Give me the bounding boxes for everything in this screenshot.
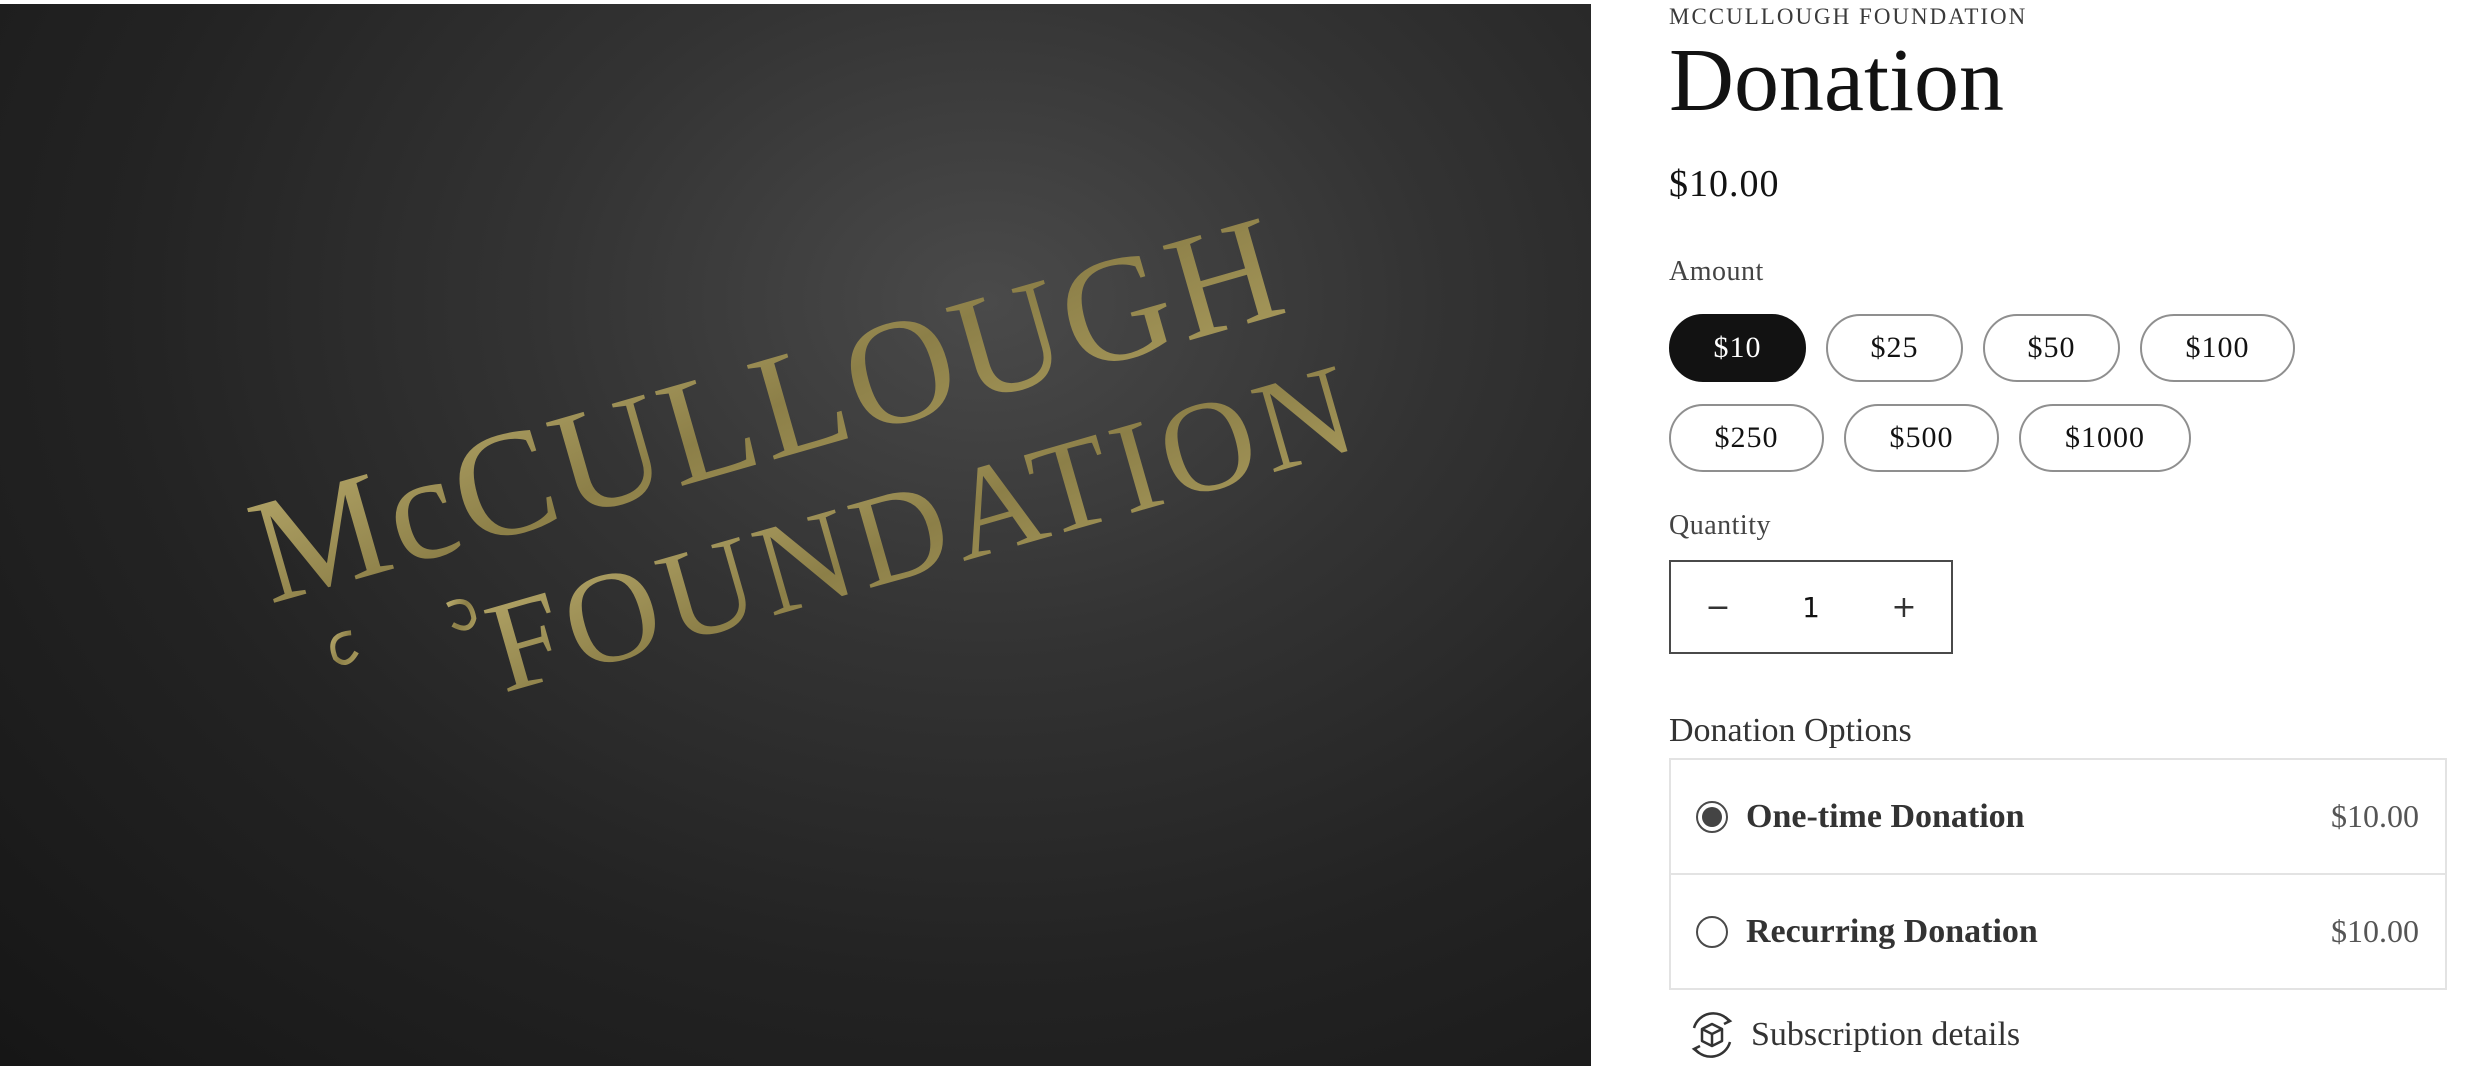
- product-image[interactable]: McCULLOUGH FOUNDATION: [0, 4, 1591, 1066]
- donation-options-heading: Donation Options: [1669, 712, 1912, 749]
- donation-option-price: $10.00: [2331, 798, 2419, 834]
- quantity-label: Quantity: [1669, 510, 1771, 541]
- amount-option-10[interactable]: $10: [1669, 314, 1806, 382]
- subscription-box-icon: [1691, 1012, 1733, 1058]
- product-info: MCCULLOUGH FOUNDATION Donation $10.00 Am…: [1669, 0, 2449, 1066]
- quantity-input[interactable]: 1: [1765, 591, 1857, 624]
- quantity-stepper: − 1 +: [1669, 560, 1953, 654]
- radio-unselected-icon[interactable]: [1696, 915, 1728, 948]
- donation-option-recurring[interactable]: Recurring Donation $10.00: [1669, 873, 2447, 990]
- quantity-decrease-button[interactable]: −: [1671, 562, 1765, 652]
- subscription-details-link[interactable]: Subscription details: [1685, 1008, 2020, 1062]
- pillar-icon: [330, 599, 477, 736]
- amount-option-100[interactable]: $100: [2140, 314, 2295, 382]
- amount-option-50[interactable]: $50: [1983, 314, 2120, 382]
- subscription-details-label: Subscription details: [1751, 1016, 2021, 1053]
- donation-option-price: $10.00: [2331, 913, 2419, 949]
- amount-option-500[interactable]: $500: [1844, 404, 1999, 472]
- amount-label: Amount: [1669, 256, 1764, 287]
- donation-option-label: One-time Donation: [1746, 797, 2025, 835]
- amount-option-25[interactable]: $25: [1826, 314, 1963, 382]
- donation-option-label: Recurring Donation: [1746, 912, 2038, 950]
- product-price: $10.00: [1669, 163, 1780, 205]
- foundation-logo-image: McCULLOUGH FOUNDATION: [233, 183, 1375, 736]
- amount-option-250[interactable]: $250: [1669, 404, 1824, 472]
- radio-selected-icon[interactable]: [1696, 800, 1728, 833]
- amount-option-1000[interactable]: $1000: [2019, 404, 2191, 472]
- quantity-increase-button[interactable]: +: [1857, 562, 1951, 652]
- product-title: Donation: [1669, 31, 2004, 130]
- donation-option-one-time[interactable]: One-time Donation $10.00: [1669, 758, 2447, 875]
